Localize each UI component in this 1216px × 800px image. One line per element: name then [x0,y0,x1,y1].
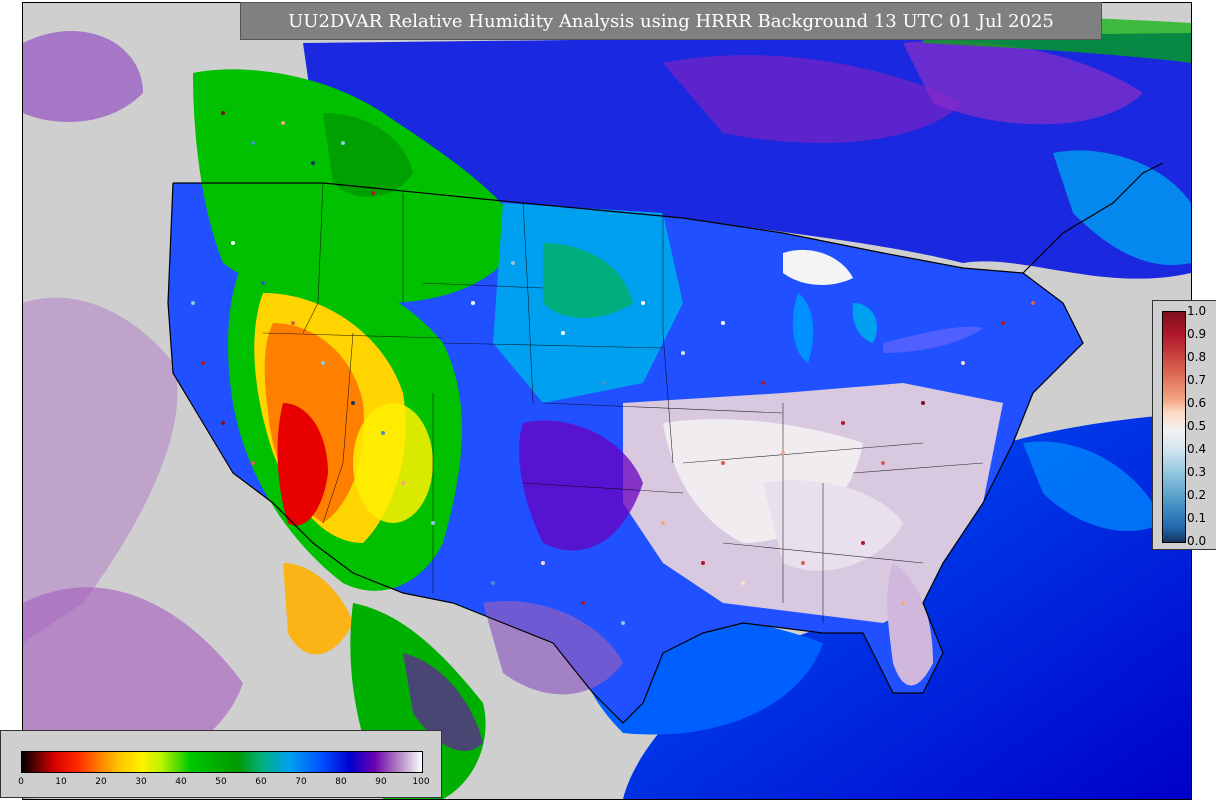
rh-tick-label: 70 [295,777,307,787]
observation-colorbar: 1.0 0.9 0.8 0.7 0.6 0.5 0.4 0.3 0.2 0.1 … [1152,300,1216,550]
map-panel [22,2,1192,800]
rh-tick-label: 20 [95,777,107,787]
obs-tick-label: 0.1 [1187,511,1207,525]
obs-tick-label: 0.8 [1187,350,1207,364]
rh-tick-label: 10 [55,777,67,787]
obs-tick-label: 0.2 [1187,488,1207,502]
title-banner: UU2DVAR Relative Humidity Analysis using… [240,2,1102,40]
rh-tick-label: 100 [412,777,430,787]
rh-tick-label: 80 [335,777,347,787]
obs-tick-label: 0.4 [1187,442,1207,456]
map-title: UU2DVAR Relative Humidity Analysis using… [288,10,1054,32]
rh-tick-label: 50 [215,777,227,787]
obs-tick-label: 0.3 [1187,465,1207,479]
obs-tick-label: 0.6 [1187,396,1207,410]
observation-colorbar-gradient [1162,311,1186,543]
obs-tick-label: 0.7 [1187,373,1207,387]
rh-tick-label: 60 [255,777,267,787]
obs-tick-label: 0.0 [1187,534,1207,548]
rh-colorbar: 0 10 20 30 40 50 60 70 80 90 100 [0,730,442,798]
rh-tick-label: 0 [18,777,24,787]
rh-colorbar-gradient [21,751,423,773]
obs-tick-label: 1.0 [1187,304,1207,318]
rh-tick-label: 30 [135,777,147,787]
rh-tick-label: 90 [375,777,387,787]
obs-tick-label: 0.5 [1187,419,1207,433]
obs-tick-label: 0.9 [1187,327,1207,341]
rh-tick-label: 40 [175,777,187,787]
rh-analysis-map [23,3,1191,799]
